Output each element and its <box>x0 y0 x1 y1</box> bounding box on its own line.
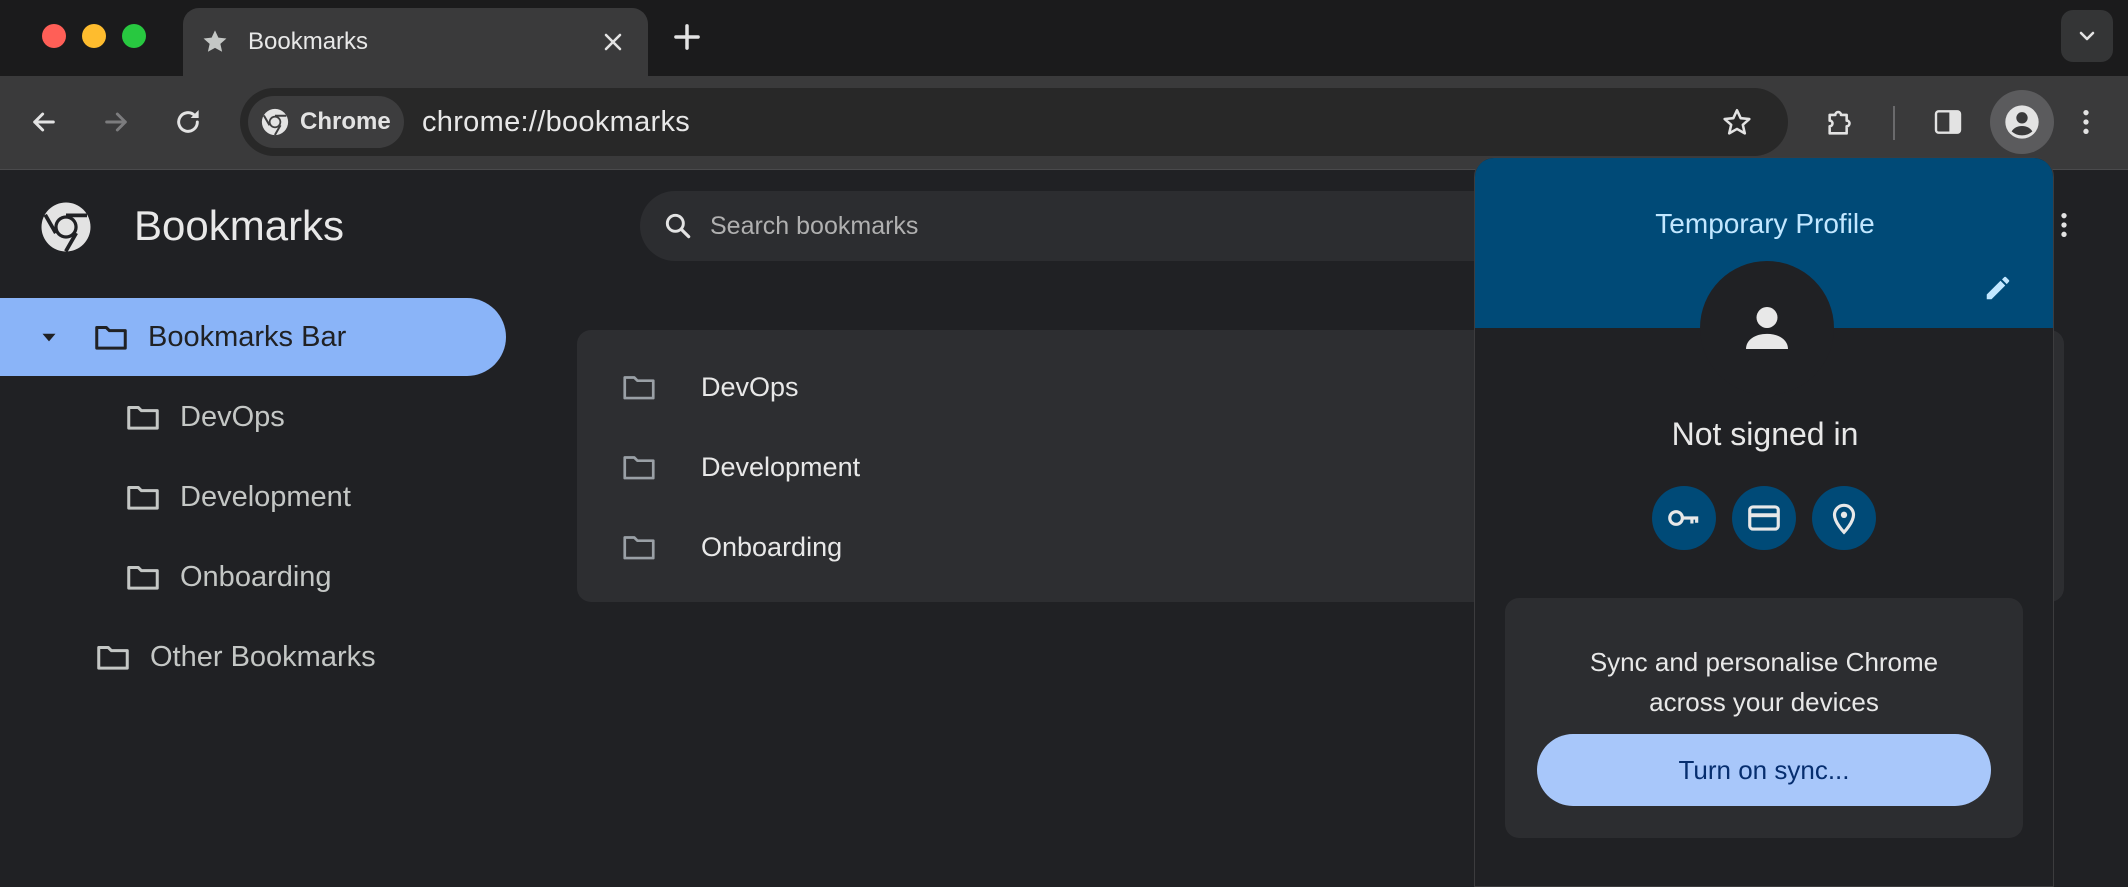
window-minimize-button[interactable] <box>82 24 106 48</box>
reload-icon <box>177 110 199 133</box>
toolbar: Chrome chrome://bookmarks <box>0 76 2128 170</box>
forward-button[interactable] <box>92 98 140 146</box>
search-icon <box>665 213 691 239</box>
reload-button[interactable] <box>164 98 212 146</box>
avatar <box>1700 261 1834 395</box>
arrow-right-icon <box>105 112 127 132</box>
page-title: Bookmarks <box>134 202 345 249</box>
profile-popup: Temporary Profile Not signed in Sync and… <box>1474 157 2054 887</box>
close-tab-icon[interactable] <box>601 30 625 54</box>
passwords-button[interactable] <box>1652 486 1716 550</box>
folder-icon <box>127 405 159 430</box>
window-close-button[interactable] <box>42 24 66 48</box>
bookmark-star-icon[interactable] <box>1720 106 1754 140</box>
folder-icon <box>97 645 129 670</box>
sign-in-status: Not signed in <box>1671 416 1859 452</box>
sync-line-2: across your devices <box>1649 687 1879 717</box>
location-pin-icon <box>1832 503 1856 535</box>
more-vert-icon <box>2083 110 2089 134</box>
omnibox[interactable]: Chrome chrome://bookmarks <box>240 88 1788 156</box>
tree-item-label: Other Bookmarks <box>150 640 376 673</box>
chevron-down-icon <box>2079 31 2095 41</box>
back-button[interactable] <box>20 98 68 146</box>
list-item[interactable]: DevOps <box>577 347 1477 427</box>
folder-icon <box>623 376 655 400</box>
folder-icon <box>623 456 655 480</box>
tab-search-button[interactable] <box>2061 10 2113 62</box>
sync-card: Sync and personalise Chrome across your … <box>1505 598 2023 838</box>
site-info-chip[interactable]: Chrome <box>248 96 404 148</box>
tree-item-label: Development <box>180 480 351 513</box>
tree-item-label: Bookmarks Bar <box>148 320 347 353</box>
tree-item-bookmarks-bar[interactable]: Bookmarks Bar <box>0 298 506 376</box>
folder-icon <box>127 565 159 590</box>
arrow-left-icon <box>33 112 55 132</box>
turn-on-sync-button[interactable]: Turn on sync... <box>1537 734 1991 806</box>
list-item-label: DevOps <box>701 371 799 402</box>
tab-strip: Bookmarks <box>0 0 2128 76</box>
tree-item-other-bookmarks[interactable]: Other Bookmarks <box>0 618 506 696</box>
chrome-logo-icon <box>41 202 91 253</box>
new-tab-icon[interactable] <box>668 18 706 56</box>
tab-bookmarks[interactable]: Bookmarks <box>183 8 648 76</box>
side-panel-icon <box>1934 110 1962 134</box>
profile-name: Temporary Profile <box>1655 208 1875 239</box>
tree-item-development[interactable]: Development <box>0 458 506 536</box>
menu-button[interactable] <box>2062 98 2110 146</box>
folder-icon <box>623 536 655 560</box>
sync-line-1: Sync and personalise Chrome <box>1589 647 1939 677</box>
key-icon <box>1668 510 1699 526</box>
tree-item-label: Onboarding <box>180 560 332 593</box>
list-item[interactable]: Development <box>577 427 1477 507</box>
payment-methods-button[interactable] <box>1732 486 1796 550</box>
folder-icon <box>127 485 159 510</box>
list-item-label: Onboarding <box>701 531 843 562</box>
chip-label: Chrome <box>300 108 391 135</box>
tree-item-label: DevOps <box>180 400 285 433</box>
folder-icon <box>95 325 127 350</box>
star-icon <box>203 30 227 52</box>
url-text[interactable]: chrome://bookmarks <box>422 106 690 139</box>
edit-pencil-icon[interactable] <box>1983 273 2013 303</box>
caret-down-icon[interactable] <box>36 324 62 350</box>
puzzle-icon <box>1828 110 1851 135</box>
tree-item-onboarding[interactable]: Onboarding <box>0 538 506 616</box>
person-icon <box>1746 307 1788 349</box>
list-item-label: Development <box>701 451 861 482</box>
window-zoom-button[interactable] <box>122 24 146 48</box>
side-panel-button[interactable] <box>1924 98 1972 146</box>
account-circle-icon <box>2005 105 2039 139</box>
tree-item-devops[interactable]: DevOps <box>0 378 506 456</box>
toolbar-divider <box>1893 106 1895 140</box>
list-item[interactable]: Onboarding <box>577 507 1477 587</box>
credit-card-icon <box>1748 505 1780 531</box>
profile-button[interactable] <box>1990 90 2054 154</box>
chrome-logo-icon <box>261 108 289 136</box>
extensions-button[interactable] <box>1817 98 1865 146</box>
search-input[interactable] <box>708 191 1608 261</box>
addresses-button[interactable] <box>1812 486 1876 550</box>
sync-description: Sync and personalise Chrome across your … <box>1505 642 2023 722</box>
tab-title: Bookmarks <box>248 28 369 55</box>
